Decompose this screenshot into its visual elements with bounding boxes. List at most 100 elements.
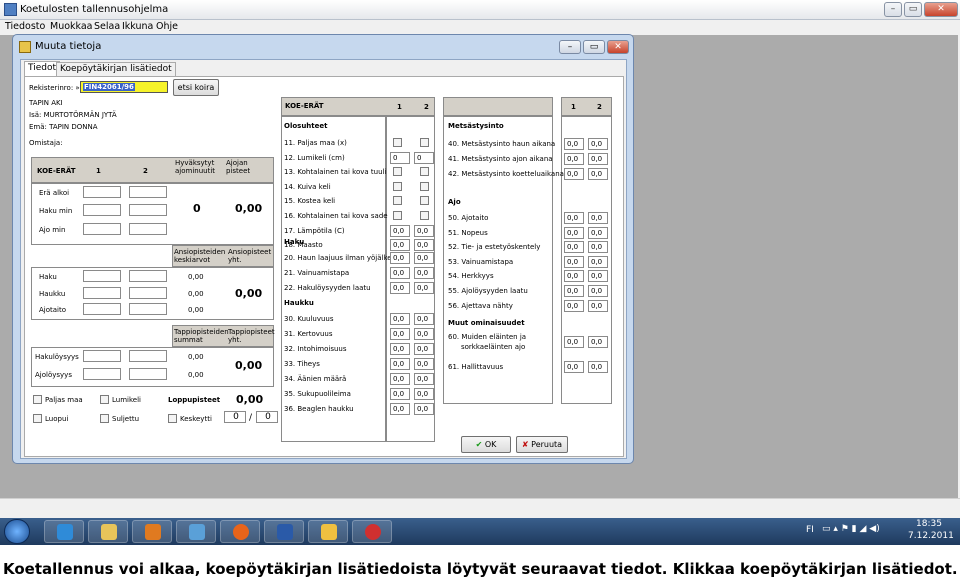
cond-13-checkbox-2[interactable] xyxy=(420,167,429,177)
find-dog-button[interactable]: etsi koira xyxy=(173,79,219,96)
haku-0-2[interactable]: 0,0 xyxy=(414,252,434,264)
cond-18-2[interactable]: 0,0 xyxy=(414,239,434,252)
taskbar-app[interactable] xyxy=(308,520,348,543)
cond-17-1[interactable]: 0,0 xyxy=(390,224,410,237)
ajo-min-1[interactable] xyxy=(83,223,121,235)
suljettu-checkbox[interactable] xyxy=(100,414,109,423)
cond-11-checkbox-2[interactable] xyxy=(420,138,429,147)
muut-60-1[interactable]: 0,0 xyxy=(564,336,584,348)
income-haukku-2[interactable] xyxy=(129,287,167,299)
met-0-2[interactable]: 0,0 xyxy=(588,138,608,150)
income-ajotaito-2[interactable] xyxy=(129,303,167,315)
start-button[interactable] xyxy=(4,519,30,544)
cond-14-checkbox-1[interactable] xyxy=(393,181,402,191)
ajo-2-2[interactable]: 0,0 xyxy=(588,241,608,254)
cond-12-2[interactable]: 0 xyxy=(414,151,434,164)
haukku-2-1[interactable]: 0,0 xyxy=(390,343,410,355)
cond-15-checkbox-2[interactable] xyxy=(420,196,429,206)
menu-ohje[interactable]: Ohje xyxy=(156,21,178,32)
haukku-0-2[interactable]: 0,0 xyxy=(414,313,434,325)
ajo-5-1[interactable]: 0,0 xyxy=(564,285,584,297)
income-haku-1[interactable] xyxy=(83,270,121,282)
loss-ajo-1[interactable] xyxy=(83,368,121,380)
ajo-6-1[interactable]: 0,0 xyxy=(564,299,584,312)
muut-61-1[interactable]: 0,0 xyxy=(564,361,584,373)
dialog-minimize-button[interactable]: – xyxy=(559,40,581,54)
met-0-1[interactable]: 0,0 xyxy=(564,138,584,150)
cond-14-checkbox-2[interactable] xyxy=(420,181,429,191)
maximize-button[interactable]: ▭ xyxy=(904,2,922,17)
cond-16-checkbox-2[interactable] xyxy=(420,211,429,220)
taskbar-smurf[interactable] xyxy=(352,520,392,543)
close-button[interactable]: ✕ xyxy=(924,2,958,17)
met-2-1[interactable]: 0,0 xyxy=(564,168,584,180)
haukku-6-2[interactable]: 0,0 xyxy=(414,403,434,415)
ajo-5-2[interactable]: 0,0 xyxy=(588,285,608,297)
cond-16-checkbox-1[interactable] xyxy=(393,211,402,220)
taskbar-media[interactable] xyxy=(132,520,172,543)
cancel-button[interactable]: ✘ Peruuta xyxy=(516,436,568,453)
muut-61-2[interactable]: 0,0 xyxy=(588,361,608,373)
haukku-6-1[interactable]: 0,0 xyxy=(390,403,410,415)
paljas-maa-checkbox[interactable] xyxy=(33,395,42,404)
ajo-4-2[interactable]: 0,0 xyxy=(588,270,608,283)
ajo-0-2[interactable]: 0,0 xyxy=(588,212,608,224)
language-indicator[interactable]: FI xyxy=(806,525,814,535)
income-ajotaito-1[interactable] xyxy=(83,303,121,315)
clock-date[interactable]: 7.12.2011 xyxy=(908,531,954,541)
haukku-0-1[interactable]: 0,0 xyxy=(390,313,410,325)
met-2-2[interactable]: 0,0 xyxy=(588,168,608,180)
ajo-6-2[interactable]: 0,0 xyxy=(588,299,608,312)
ajo-2-1[interactable]: 0,0 xyxy=(564,241,584,254)
fraction-right-input[interactable]: 0 xyxy=(256,411,278,423)
era-alkoi-1[interactable] xyxy=(83,186,121,198)
minimize-button[interactable]: – xyxy=(884,2,902,17)
dialog-maximize-button[interactable]: ▭ xyxy=(583,40,605,54)
haukku-5-1[interactable]: 0,0 xyxy=(390,388,410,400)
menu-muokkaa[interactable]: Muokkaa xyxy=(50,21,93,32)
tab-tiedot[interactable]: Tiedot xyxy=(24,61,61,77)
cond-18-1[interactable]: 0,0 xyxy=(390,239,410,252)
dialog-close-button[interactable]: ✕ xyxy=(607,40,629,54)
haku-min-2[interactable] xyxy=(129,204,167,216)
ajo-min-2[interactable] xyxy=(129,223,167,235)
taskbar-explorer[interactable] xyxy=(88,520,128,543)
income-haku-2[interactable] xyxy=(129,270,167,282)
haukku-1-1[interactable]: 0,0 xyxy=(390,328,410,340)
haku-0-1[interactable]: 0,0 xyxy=(390,252,410,264)
haku-2-1[interactable]: 0,0 xyxy=(390,282,410,294)
ajo-0-1[interactable]: 0,0 xyxy=(564,212,584,224)
haku-1-1[interactable]: 0,0 xyxy=(390,267,410,279)
reg-number-input[interactable]: FIN42061/96 xyxy=(80,81,168,93)
haukku-4-1[interactable]: 0,0 xyxy=(390,373,410,385)
ajo-3-1[interactable]: 0,0 xyxy=(564,255,584,268)
taskbar-ie[interactable] xyxy=(44,520,84,543)
clock-time[interactable]: 18:35 xyxy=(916,519,942,529)
menu-tiedosto[interactable]: Tiedosto xyxy=(5,21,45,32)
cond-11-checkbox-1[interactable] xyxy=(393,138,402,147)
ajo-1-2[interactable]: 0,0 xyxy=(588,226,608,239)
taskbar-firefox[interactable] xyxy=(220,520,260,543)
era-alkoi-2[interactable] xyxy=(129,186,167,198)
loss-ajo-2[interactable] xyxy=(129,368,167,380)
haku-min-1[interactable] xyxy=(83,204,121,216)
cond-12-1[interactable]: 0 xyxy=(390,151,410,164)
menu-selaa[interactable]: Selaa xyxy=(94,21,120,32)
tab-koepoytakirjan-lisatiedot[interactable]: Koepöytäkirjan lisätiedot xyxy=(56,62,176,76)
haukku-3-2[interactable]: 0,0 xyxy=(414,358,434,370)
haukku-5-2[interactable]: 0,0 xyxy=(414,388,434,400)
ajo-1-1[interactable]: 0,0 xyxy=(564,226,584,239)
ok-button[interactable]: ✔ OK xyxy=(461,436,511,453)
taskbar-paint[interactable] xyxy=(176,520,216,543)
loss-haku-1[interactable] xyxy=(83,350,121,362)
income-haukku-1[interactable] xyxy=(83,287,121,299)
muut-60-2[interactable]: 0,0 xyxy=(588,336,608,348)
lumikeli-checkbox[interactable] xyxy=(100,395,109,404)
haukku-3-1[interactable]: 0,0 xyxy=(390,358,410,370)
ajo-4-1[interactable]: 0,0 xyxy=(564,270,584,283)
haukku-4-2[interactable]: 0,0 xyxy=(414,373,434,385)
fraction-left-input[interactable]: 0 xyxy=(224,411,246,423)
haku-2-2[interactable]: 0,0 xyxy=(414,282,434,294)
loss-haku-2[interactable] xyxy=(129,350,167,362)
met-1-2[interactable]: 0,0 xyxy=(588,153,608,165)
